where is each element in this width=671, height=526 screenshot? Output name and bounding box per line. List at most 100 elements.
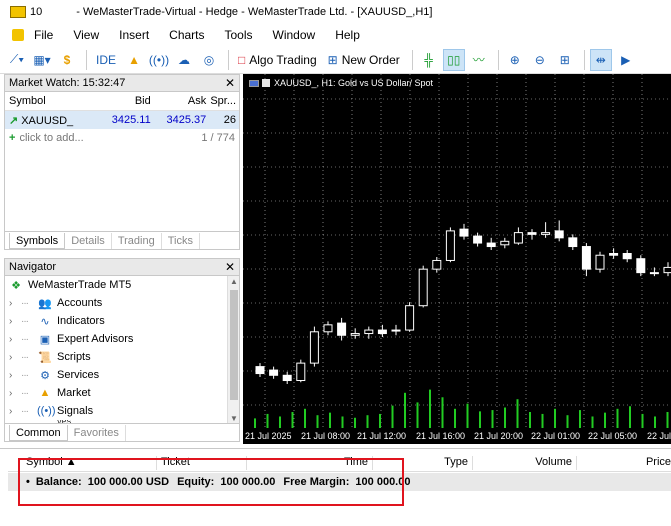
column-type[interactable]: Type [372,456,472,470]
nav-item-scripts[interactable]: › ··· 📜 Scripts [5,348,239,366]
dollar-icon[interactable]: $ [56,49,78,71]
tree-line: ··· [21,369,29,381]
add-symbol-placeholder: click to add... [19,132,84,144]
tab-favorites[interactable]: Favorites [68,425,126,441]
app-version: 10 [30,6,43,18]
time-axis-label: 21 Jul 08:00 [301,431,351,441]
nav-item-signals[interactable]: › ··· ((•)) Signals [5,402,239,420]
scroll-up-icon[interactable]: ▲ [230,277,238,286]
candle-body [418,268,428,307]
candle-body [282,374,292,382]
chart-type-icon[interactable]: ⟋▾ [6,49,28,71]
menu-insert[interactable]: Insert [109,28,159,42]
chart-title-bar: XAUUSD_, H1: Gold vs US Dollar/ Spot [249,78,433,88]
symbol-row[interactable]: ↗ XAUUSD_ 3425.11 3425.37 26 [5,111,239,129]
expand-icon[interactable]: › [9,352,21,363]
close-icon[interactable]: ✕ [225,260,235,274]
nav-item-indicators[interactable]: › ··· ∿ Indicators [5,312,239,330]
nav-item-accounts[interactable]: › ··· 👥 Accounts [5,294,239,312]
column-ask[interactable]: Ask [154,95,210,107]
candle-body [649,272,659,275]
nav-item-market[interactable]: › ··· ▲ Market [5,384,239,402]
expand-icon[interactable]: › [9,388,21,399]
line-chart-icon[interactable]: 〰 [468,49,490,71]
column-ticket[interactable]: Ticket [156,456,190,470]
expand-icon[interactable]: › [9,334,21,345]
column-spread[interactable]: Spr... [209,95,239,107]
navigator-scrollbar[interactable]: ▲ ▼ [227,276,239,424]
candle-body [337,322,347,336]
vps-icon[interactable]: ☁ [173,49,195,71]
nav-item-services[interactable]: › ··· ⚙ Services [5,366,239,384]
app-icon [10,6,26,18]
scrollbar-thumb[interactable] [230,290,238,400]
time-axis-label: 21 Jul 16:00 [416,431,466,441]
menu-file[interactable]: File [24,28,63,42]
menu-tools[interactable]: Tools [215,28,263,42]
toolbar-separator [411,49,413,70]
time-axis-label: 22 Jul 01:00 [531,431,581,441]
column-price[interactable]: Price [576,456,671,470]
candle-body [500,240,510,246]
timeframe-icon[interactable]: ▦▾ [31,49,53,71]
market-watch-column-headers: Symbol Bid Ask Spr... [5,92,239,111]
tab-ticks[interactable]: Ticks [162,233,200,249]
chart-canvas[interactable] [243,74,671,430]
expand-icon[interactable]: › [9,316,21,327]
tree-line: ··· [21,297,29,309]
signals-icon[interactable]: ((•)) [148,49,170,71]
price-chart[interactable]: XAUUSD_, H1: Gold vs US Dollar/ Spot 21 … [243,74,671,444]
tab-details[interactable]: Details [65,233,112,249]
candlestick-icon[interactable]: ▯▯ [442,48,465,71]
expand-icon[interactable]: › [9,298,21,309]
accounts-icon: 👥 [38,297,52,310]
add-symbol-row[interactable]: + click to add... 1 / 774 [5,129,239,147]
algo-trading-button[interactable]: □ Algo Trading [234,49,321,71]
new-order-button[interactable]: ⊞ New Order [324,49,404,71]
column-bid[interactable]: Bid [90,95,153,107]
tree-line: ··· [21,405,29,417]
candle-body [473,235,483,244]
symbol-count: 1 / 774 [201,132,235,144]
menu-charts[interactable]: Charts [159,28,214,42]
web-icon[interactable]: ◎ [198,49,220,71]
tile-windows-icon[interactable]: ⊞ [554,49,576,71]
market-bag-icon[interactable]: ▲ [123,49,145,71]
menu-window[interactable]: Window [263,28,326,42]
tab-symbols[interactable]: Symbols [9,233,66,249]
zoom-out-icon[interactable]: ⊖ [529,49,551,71]
column-symbol[interactable]: Symbol ▲ [22,456,77,470]
zoom-in-icon[interactable]: ⊕ [504,49,526,71]
candle-body [296,362,306,382]
column-symbol[interactable]: Symbol [5,95,90,107]
symbol-cell: ↗ XAUUSD_ [5,114,90,127]
scroll-down-icon[interactable]: ▼ [230,414,238,423]
candle-body [269,369,279,376]
flag-icon [249,79,259,87]
expand-icon[interactable]: › [9,370,21,381]
bar-chart-icon[interactable]: ╬ [418,49,440,71]
expand-icon[interactable]: › [9,406,21,417]
ide-button[interactable]: IDE [92,49,120,71]
candle-body [432,259,442,270]
menu-help[interactable]: Help [325,28,370,42]
autoscroll-icon[interactable]: ▶ [615,49,637,71]
candle-body [581,246,591,270]
balance-row[interactable]: • Balance: 100 000.00 USD Equity: 100 00… [8,473,671,491]
menu-view[interactable]: View [63,28,109,42]
equity-label: Equity: [177,476,215,488]
tab-common[interactable]: Common [9,425,68,441]
stop-square-icon: □ [238,52,246,67]
chart-shift-icon[interactable]: ⇹ [589,48,612,71]
tab-trading[interactable]: Trading [112,233,162,249]
close-icon[interactable]: ✕ [225,76,235,90]
column-time[interactable]: Time [246,456,372,470]
time-axis-label: 21 Jul 20:00 [474,431,524,441]
nav-item-expert-advisors[interactable]: › ··· ▣ Expert Advisors [5,330,239,348]
menu-app-icon[interactable] [12,29,24,41]
candle-body [568,237,578,248]
column-volume[interactable]: Volume [472,456,576,470]
nav-item-label: Market [57,387,91,399]
navigator-title: Navigator [9,261,57,273]
navigator-root[interactable]: ❖ WeMasterTrade MT5 [5,276,239,294]
